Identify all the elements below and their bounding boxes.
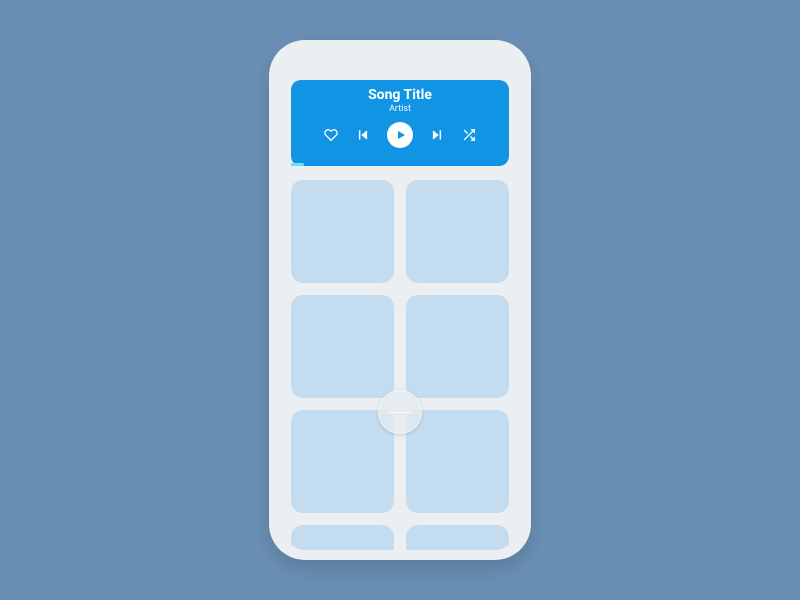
phone-screen: Song Title Artist (279, 50, 521, 550)
music-player-card: Song Title Artist (291, 80, 509, 166)
content-grid (291, 180, 509, 550)
grid-tile[interactable] (406, 410, 509, 513)
touch-indicator (378, 390, 422, 434)
grid-tile[interactable] (406, 295, 509, 398)
phone-frame: Song Title Artist (269, 40, 531, 560)
next-track-icon[interactable] (429, 127, 445, 143)
song-title: Song Title (368, 88, 432, 103)
grid-tile[interactable] (291, 525, 394, 550)
grid-tile[interactable] (291, 180, 394, 283)
grid-tile[interactable] (291, 295, 394, 398)
progress-track[interactable] (291, 163, 509, 166)
artist-name: Artist (389, 104, 411, 114)
progress-fill (291, 163, 304, 166)
grid-tile[interactable] (406, 525, 509, 550)
grid-tile[interactable] (291, 410, 394, 513)
grid-tile[interactable] (406, 180, 509, 283)
previous-track-icon[interactable] (355, 127, 371, 143)
play-button[interactable] (387, 122, 413, 148)
phone-notch (340, 40, 460, 60)
player-controls (323, 122, 477, 148)
shuffle-icon[interactable] (461, 127, 477, 143)
favorite-icon[interactable] (323, 127, 339, 143)
